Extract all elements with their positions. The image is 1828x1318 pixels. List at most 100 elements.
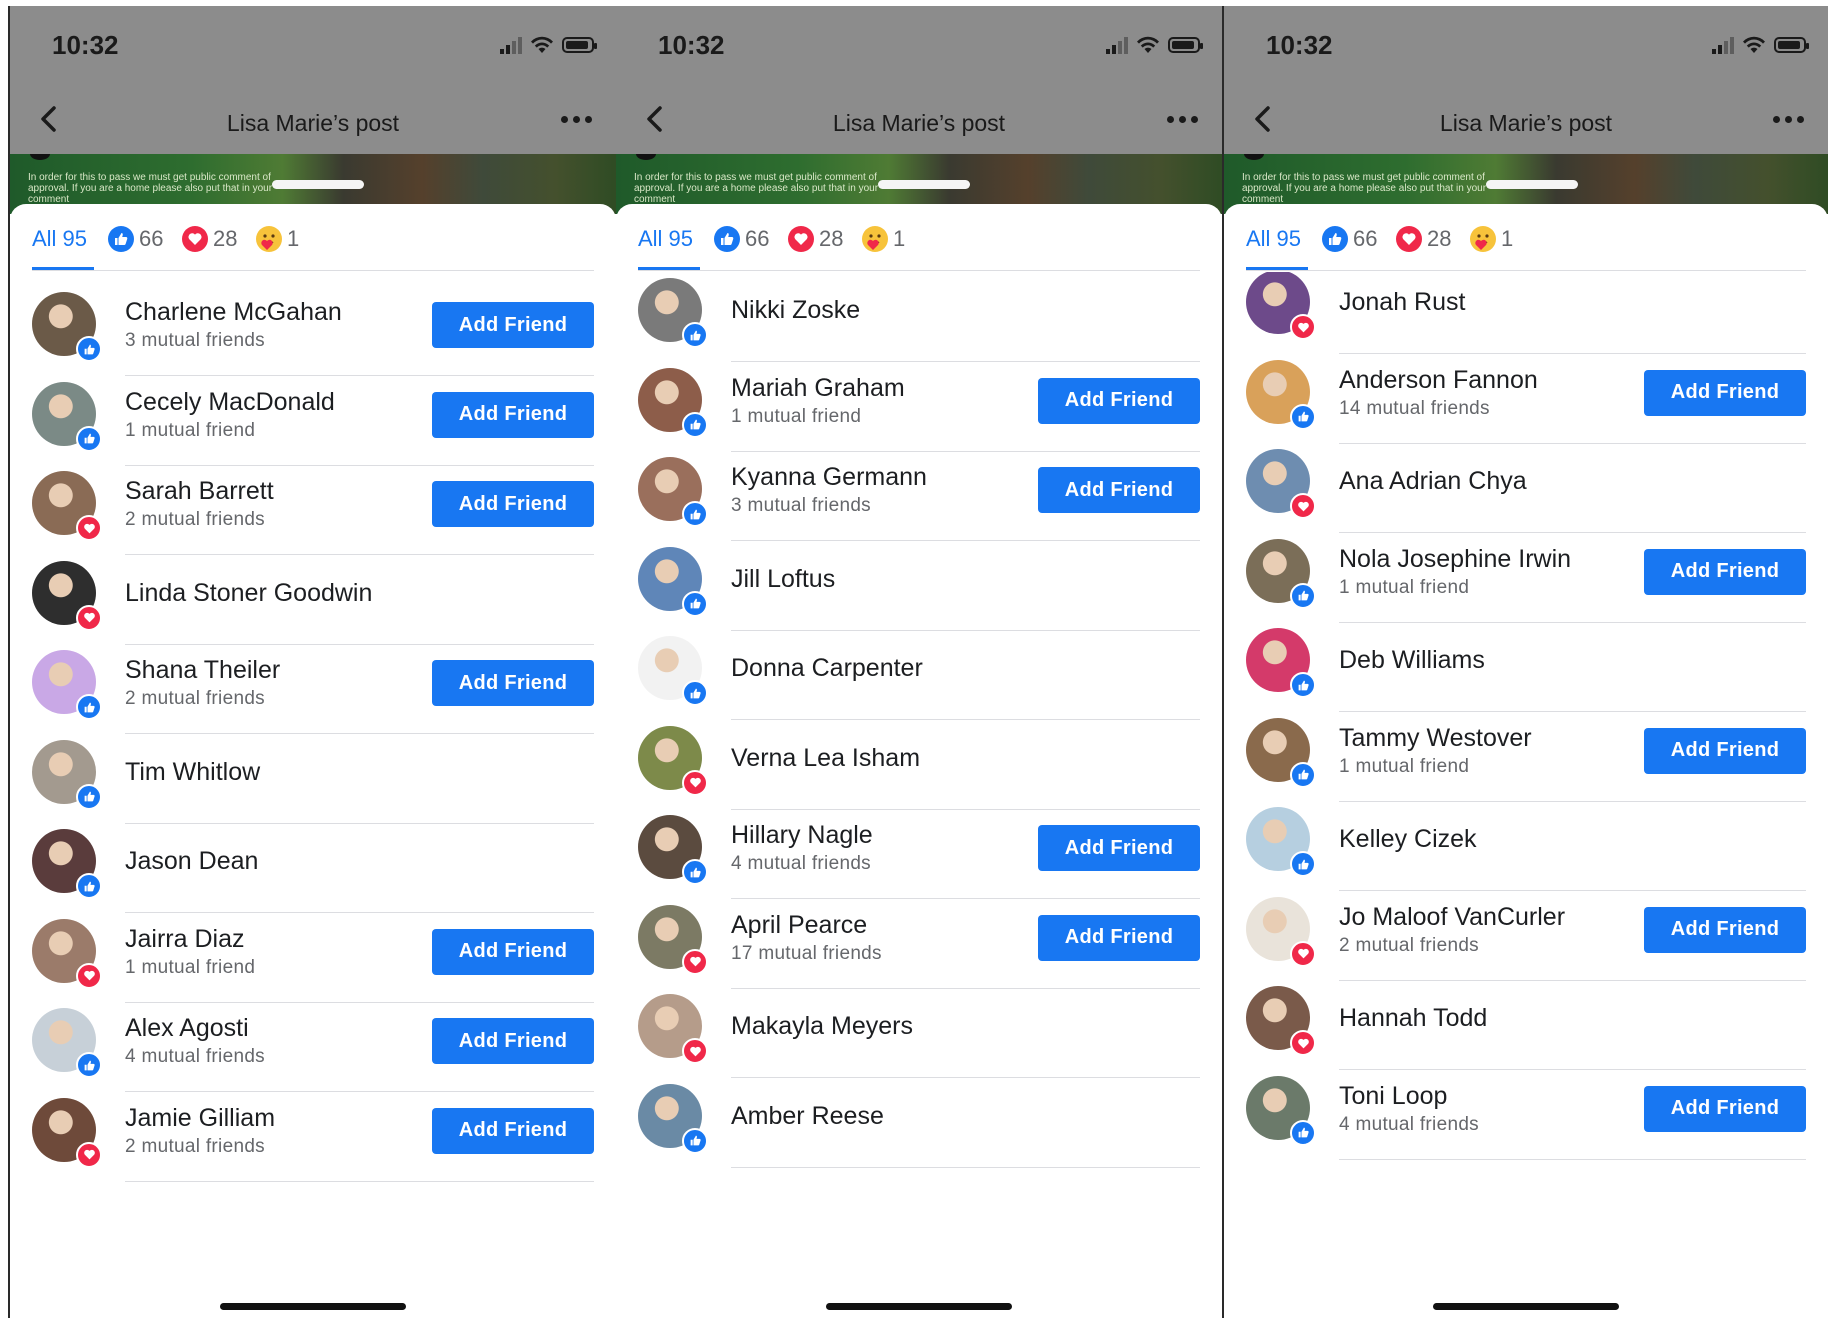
add-friend-button[interactable]: Add Friend: [1644, 727, 1806, 774]
add-friend-button[interactable]: Add Friend: [1644, 906, 1806, 953]
add-friend-button[interactable]: Add Friend: [432, 1107, 594, 1154]
list-item[interactable]: Anderson Fannon 14 mutual friends Add Frie…: [1224, 340, 1828, 444]
add-friend-button[interactable]: Add Friend: [1644, 1085, 1806, 1132]
reactor-name[interactable]: Jill Loftus: [731, 565, 835, 594]
sheet-drag-handle[interactable]: [878, 180, 970, 189]
tab-love[interactable]: 28: [1396, 226, 1451, 252]
tab-care[interactable]: 1: [862, 226, 905, 252]
reactor-name[interactable]: Verna Lea Isham: [731, 744, 920, 773]
reactor-name[interactable]: Nikki Zoske: [731, 296, 860, 325]
add-friend-button[interactable]: Add Friend: [1038, 825, 1200, 871]
mutual-friends-count: 17 mutual friends: [731, 942, 882, 964]
list-item[interactable]: Ana Adrian Chya: [1224, 429, 1828, 533]
list-item[interactable]: Amber Reese: [616, 1064, 1222, 1168]
tab-like[interactable]: 66: [714, 226, 769, 252]
more-options-icon[interactable]: [1773, 116, 1804, 123]
more-options-icon[interactable]: [1167, 116, 1198, 123]
tab-all[interactable]: All 95: [32, 226, 87, 252]
list-item[interactable]: Hannah Todd: [1224, 966, 1828, 1070]
reactor-name[interactable]: Kelley Cizek: [1339, 825, 1477, 854]
list-item[interactable]: Jairra Diaz 1 mutual friend Add Friend: [10, 899, 616, 1003]
list-item[interactable]: Donna Carpenter: [616, 616, 1222, 720]
reactor-name[interactable]: Hannah Todd: [1339, 1004, 1487, 1033]
add-friend-button[interactable]: Add Friend: [432, 481, 594, 527]
add-friend-button[interactable]: Add Friend: [1644, 548, 1806, 595]
list-item[interactable]: Tammy Westover 1 mutual friend Add Friend: [1224, 698, 1828, 802]
reactor-name[interactable]: Jo Maloof VanCurler: [1339, 903, 1565, 932]
reactor-name[interactable]: Tim Whitlow: [125, 758, 260, 787]
add-friend-button[interactable]: Add Friend: [432, 660, 594, 706]
add-friend-button[interactable]: Add Friend: [1038, 467, 1200, 513]
list-item[interactable]: Cecely MacDonald 1 mutual friend Add Frien…: [10, 362, 616, 466]
tab-love[interactable]: 28: [788, 226, 843, 252]
status-time: 10:32: [52, 30, 119, 60]
tab-care[interactable]: 1: [256, 226, 299, 252]
list-item[interactable]: Makayla Meyers: [616, 974, 1222, 1078]
list-item[interactable]: Jo Maloof VanCurler 2 mutual friends Add F…: [1224, 877, 1828, 981]
reactor-name[interactable]: Deb Williams: [1339, 646, 1485, 675]
list-item[interactable]: Sarah Barrett 2 mutual friends Add Friend: [10, 451, 616, 555]
reactor-name[interactable]: Jairra Diaz: [125, 925, 244, 954]
add-friend-button[interactable]: Add Friend: [432, 302, 594, 348]
tab-all[interactable]: All 95: [1246, 226, 1301, 252]
add-friend-button[interactable]: Add Friend: [1644, 369, 1806, 416]
reactor-name[interactable]: Ana Adrian Chya: [1339, 467, 1527, 496]
list-item[interactable]: Jamie Gilliam 2 mutual friends Add Friend: [10, 1078, 616, 1182]
list-item[interactable]: April Pearce 17 mutual friends Add Friend: [616, 885, 1222, 989]
add-friend-button[interactable]: Add Friend: [1038, 914, 1200, 961]
sheet-drag-handle[interactable]: [1486, 180, 1578, 189]
care-reaction-icon: [256, 226, 282, 252]
add-friend-button[interactable]: Add Friend: [432, 1018, 594, 1064]
list-item[interactable]: Jason Dean: [10, 809, 616, 913]
list-item[interactable]: Alex Agosti 4 mutual friends Add Friend: [10, 988, 616, 1092]
list-item[interactable]: Linda Stoner Goodwin: [10, 541, 616, 645]
list-item[interactable]: Deb Williams: [1224, 608, 1828, 712]
reactor-name[interactable]: Jonah Rust: [1339, 288, 1465, 317]
reactor-name[interactable]: Anderson Fannon: [1339, 366, 1538, 395]
list-item[interactable]: Tim Whitlow: [10, 720, 616, 824]
more-options-icon[interactable]: [561, 116, 592, 123]
add-friend-button[interactable]: Add Friend: [432, 928, 594, 975]
add-friend-button[interactable]: Add Friend: [1038, 377, 1200, 424]
list-item[interactable]: Nola Josephine Irwin 1 mutual friend Add F…: [1224, 519, 1828, 623]
reactor-name[interactable]: Sarah Barrett: [125, 477, 274, 506]
reactor-name[interactable]: Nola Josephine Irwin: [1339, 545, 1571, 574]
reactor-name[interactable]: April Pearce: [731, 911, 867, 940]
list-item[interactable]: Shana Theiler 2 mutual friends Add Friend: [10, 630, 616, 734]
reactor-name[interactable]: Shana Theiler: [125, 656, 280, 685]
reactor-name[interactable]: Toni Loop: [1339, 1082, 1447, 1111]
tab-like[interactable]: 66: [108, 226, 163, 252]
list-item[interactable]: Verna Lea Isham: [616, 706, 1222, 810]
list-item[interactable]: Charlene McGahan 3 mutual friends Add Frie…: [10, 272, 616, 376]
list-item[interactable]: Kyanna Germann 3 mutual friends Add Friend: [616, 437, 1222, 541]
reactor-name[interactable]: Jason Dean: [125, 847, 258, 876]
tab-love[interactable]: 28: [182, 226, 237, 252]
tab-care[interactable]: 1: [1470, 226, 1513, 252]
sheet-drag-handle[interactable]: [272, 180, 364, 189]
tab-all[interactable]: All 95: [638, 226, 693, 252]
reactor-name[interactable]: Amber Reese: [731, 1102, 884, 1131]
mutual-friends-count: 14 mutual friends: [1339, 397, 1490, 419]
reactor-name[interactable]: Cecely MacDonald: [125, 388, 335, 417]
reactor-name[interactable]: Makayla Meyers: [731, 1012, 913, 1041]
add-friend-button[interactable]: Add Friend: [432, 391, 594, 438]
reactors-list[interactable]: Jonah Rust Anderson Fannon 14 mutual frien…: [1224, 272, 1828, 1318]
reactor-name[interactable]: Charlene McGahan: [125, 298, 342, 327]
list-item[interactable]: Mariah Graham 1 mutual friend Add Friend: [616, 348, 1222, 452]
list-item[interactable]: Toni Loop 4 mutual friends Add Friend: [1224, 1056, 1828, 1160]
reactors-list[interactable]: Nikki Zoske Mariah Graham 1 mutual friend A…: [616, 272, 1222, 1318]
reactor-name[interactable]: Donna Carpenter: [731, 654, 923, 683]
reactor-name[interactable]: Tammy Westover: [1339, 724, 1532, 753]
tab-like[interactable]: 66: [1322, 226, 1377, 252]
post-preview-text: In order for this to pass we must get pu…: [1242, 172, 1487, 205]
reactors-list[interactable]: Charlene McGahan 3 mutual friends Add Frie…: [10, 272, 616, 1318]
reactor-name[interactable]: Kyanna Germann: [731, 463, 927, 492]
reactor-name[interactable]: Hillary Nagle: [731, 821, 873, 850]
reactor-name[interactable]: Mariah Graham: [731, 374, 905, 403]
reactor-name[interactable]: Alex Agosti: [125, 1014, 249, 1043]
list-item[interactable]: Kelley Cizek: [1224, 787, 1828, 891]
reactor-name[interactable]: Linda Stoner Goodwin: [125, 579, 372, 608]
reactor-name[interactable]: Jamie Gilliam: [125, 1104, 275, 1133]
list-item[interactable]: Jill Loftus: [616, 527, 1222, 631]
list-item[interactable]: Hillary Nagle 4 mutual friends Add Friend: [616, 795, 1222, 899]
